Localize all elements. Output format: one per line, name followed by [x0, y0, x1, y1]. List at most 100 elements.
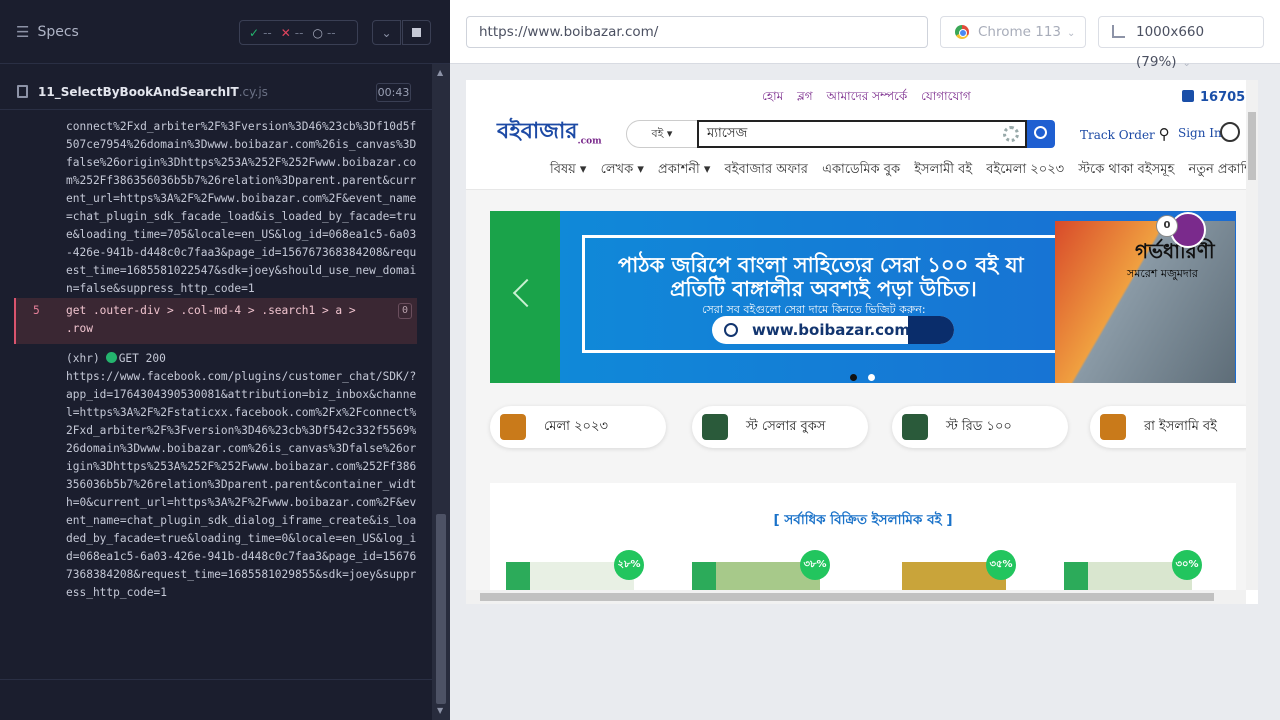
xhr-entry[interactable]: (xhr) GET 200 [14, 350, 417, 368]
pending-count: -- [326, 25, 336, 40]
search-button[interactable] [1027, 120, 1055, 148]
nav-item[interactable]: বিষয় ▾ [550, 162, 586, 177]
viewport-size: 1000x660 (79%) [1136, 24, 1205, 70]
app-iframe: হোম ব্লগ আমাদের সম্পর্কে যোগাযোগ 16705 ব… [466, 80, 1258, 604]
log-scrollbar[interactable]: ▲ ▼ [432, 64, 450, 720]
route-icon: ⚲ [1158, 125, 1170, 143]
command-text: get .outer-div > .col-md-4 > .search1 > … [66, 304, 356, 335]
specs-menu-icon[interactable]: ☰ [16, 23, 29, 41]
loading-spinner-icon [1003, 126, 1019, 142]
command-log: connect%2Fxd_arbiter%2F%3Fversion%3D46%2… [14, 118, 417, 602]
aut-header: https://www.boibazar.com/ Chrome 113 ⌄ 10… [450, 0, 1280, 70]
divider [0, 679, 432, 680]
command-row[interactable]: 5 get .outer-div > .col-md-4 > .search1 … [14, 298, 417, 344]
sign-in-link[interactable]: Sign In [1178, 126, 1222, 140]
site-logo[interactable]: বইবাজার.com [497, 114, 602, 151]
spec-file-bar: 11_SelectByBookAndSearchIT .cy.js [0, 74, 432, 110]
chip-label: স্ট সেলার বুকস [746, 419, 826, 434]
test-stats: ✓ -- ✕ -- ○ -- [239, 20, 358, 45]
hotline[interactable]: 16705 [1182, 90, 1245, 105]
link-about[interactable]: আমাদের সম্পর্কে [826, 89, 907, 103]
url-bar[interactable]: https://www.boibazar.com/ [466, 16, 928, 48]
user-icon[interactable] [1220, 122, 1240, 142]
command-count-badge: 0 [397, 303, 412, 319]
hotline-number: 16705 [1200, 90, 1246, 105]
link-blog[interactable]: ব্লগ [797, 89, 813, 103]
nav-item[interactable]: একাডেমিক বুক [822, 162, 900, 177]
hero-banner[interactable]: পাঠক জরিপে বাংলা সাহিত্যের সেরা ১০০ বই য… [490, 211, 1236, 383]
category-value: বই [651, 127, 664, 140]
track-order-link[interactable]: Track Order ⚲ [1080, 125, 1170, 143]
trophy-icon [702, 414, 728, 440]
browser-selector[interactable]: Chrome 113 ⌄ [940, 16, 1086, 48]
spec-file-name: 11_SelectByBookAndSearchIT [38, 84, 239, 99]
status-dot-icon [105, 352, 117, 363]
logo-sub: .com [577, 136, 602, 147]
nav-item[interactable]: প্রকাশনী ▾ [658, 162, 710, 177]
spec-file-ext: .cy.js [238, 84, 268, 99]
slider-dots [850, 366, 886, 385]
chip-label: স্ট রিড ১০০ [946, 419, 1012, 434]
iframe-hscroll-thumb[interactable] [480, 593, 1214, 601]
viewport-info[interactable]: 1000x660 (79%) ⌄ [1098, 16, 1264, 70]
scroll-up-icon[interactable]: ▲ [437, 68, 443, 77]
iframe-scroll-thumb[interactable] [1248, 112, 1256, 180]
chrome-icon [955, 25, 969, 39]
stop-icon [412, 28, 421, 37]
iframe-horizontal-scrollbar[interactable] [466, 590, 1246, 604]
book-author: সমরেশ মজুমদার [1127, 267, 1198, 280]
xhr-url: https://www.facebook.com/plugins/custome… [66, 370, 417, 599]
chevron-down-icon: ⌄ [1067, 28, 1076, 39]
slide-dot[interactable] [850, 374, 857, 381]
log-entry: connect%2Fxd_arbiter%2F%3Fversion%3D46%2… [66, 120, 417, 295]
nav-item[interactable]: বইবাজার অফার [725, 162, 808, 177]
passed-count: -- [263, 25, 272, 40]
book-icon [500, 414, 526, 440]
link-home[interactable]: হোম [762, 89, 783, 103]
track-order-label: Track Order [1080, 128, 1155, 142]
pending-icon: ○ [312, 25, 323, 40]
logo-text: বইবাজার [497, 118, 578, 144]
scroll-down-icon[interactable]: ▼ [437, 706, 443, 715]
specs-label[interactable]: Specs [37, 24, 78, 40]
chip-must-read[interactable]: স্ট রিড ১০০ [892, 406, 1068, 448]
globe-icon [724, 323, 738, 337]
chip-bestseller[interactable]: স্ট সেলার বুকস [692, 406, 868, 448]
chevron-down-icon: ⌄ [1182, 58, 1191, 69]
chip-boimela[interactable]: মেলা ২০২৩ [490, 406, 666, 448]
nav-item[interactable]: বইমেলা ২০২৩ [986, 162, 1064, 177]
slide-dot[interactable] [868, 374, 875, 381]
chip-islamic[interactable]: রা ইসলামি বই [1090, 406, 1258, 448]
nav-item[interactable]: লেখক ▾ [601, 162, 644, 177]
phone-icon [1182, 90, 1194, 102]
banner-url-pill: www.boibazar.com [712, 316, 954, 344]
top-links: হোম ব্লগ আমাদের সম্পর্কে যোগাযোগ [762, 88, 981, 108]
file-icon [17, 85, 28, 98]
category-select[interactable]: বই ▾ [626, 120, 698, 148]
failed-icon: ✕ [280, 25, 291, 40]
nav-item[interactable]: স্টকে থাকা বইসমূহ [1078, 162, 1174, 177]
section-title: [ সর্বাধিক বিক্রিত ইসলামিক বই ] [773, 512, 953, 528]
search-input[interactable]: ম্যাসেজ [697, 120, 1027, 148]
discount-badge: ৩০% [1172, 550, 1202, 580]
failed-count: -- [294, 25, 304, 40]
iframe-vertical-scrollbar[interactable] [1246, 80, 1258, 590]
spec-timer: 00:43 [376, 83, 411, 102]
site-header: হোম ব্লগ আমাদের সম্পর্কে যোগাযোগ 16705 ব… [466, 80, 1258, 190]
banner-url: www.boibazar.com [752, 321, 910, 339]
chevron-down-icon[interactable]: ⌄ [372, 20, 401, 45]
main-nav: বিষয় ▾ লেখক ▾ প্রকাশনী ▾ বইবাজার অফার এ… [550, 160, 1258, 181]
xhr-method: GET 200 [118, 352, 166, 365]
discount-badge: ২৮% [614, 550, 644, 580]
command-number: 5 [33, 304, 40, 317]
stop-button[interactable] [402, 20, 431, 45]
search-icon [908, 316, 954, 344]
passed-icon: ✓ [249, 25, 260, 40]
cart-bag-icon[interactable]: 0 [1156, 212, 1206, 248]
discount-badge: ৩৫% [986, 550, 1016, 580]
nav-item[interactable]: ইসলামী বই [914, 162, 972, 177]
log-scroll-thumb[interactable] [436, 514, 446, 704]
link-contact[interactable]: যোগাযোগ [921, 89, 971, 103]
discount-badge: ৩৮% [800, 550, 830, 580]
book-icon [1100, 414, 1126, 440]
